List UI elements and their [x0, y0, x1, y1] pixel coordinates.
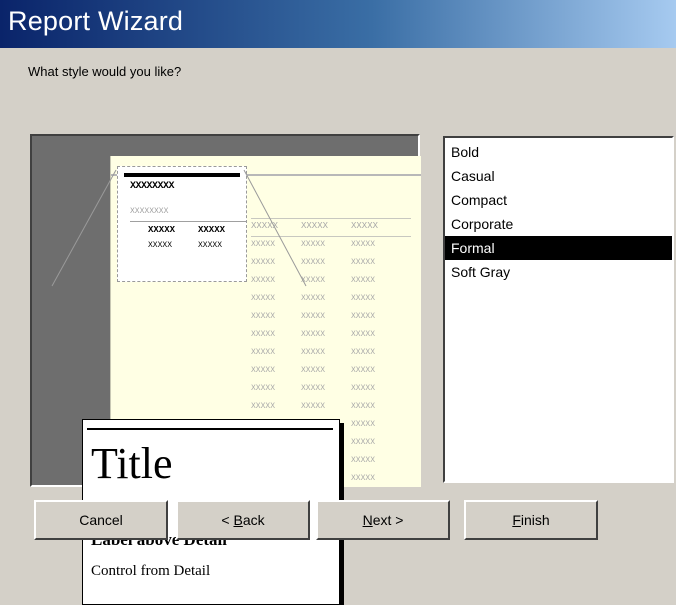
finish-button-mnemonic: F — [512, 512, 521, 528]
sample-control: Control from Detail — [91, 563, 211, 579]
window-title: Report Wizard — [8, 6, 184, 36]
back-button[interactable]: < Back — [176, 500, 310, 540]
next-button[interactable]: Next > — [316, 500, 450, 540]
back-button-mnemonic: B — [233, 512, 243, 528]
finish-button-rest: inish — [520, 512, 550, 528]
title-bar: Report Wizard — [0, 0, 676, 48]
style-option-casual[interactable]: Casual — [445, 164, 672, 188]
style-option-formal[interactable]: Formal — [445, 236, 672, 260]
style-option-soft-gray[interactable]: Soft Gray — [445, 260, 672, 284]
style-preview: XXXXXXXX XXXXXXXX XXXXX XXXXX XXXXX XXXX… — [30, 134, 421, 605]
next-button-mnemonic: N — [362, 512, 373, 528]
style-prompt: What style would you like? — [28, 64, 182, 79]
callout-title-rule — [87, 428, 333, 430]
cancel-button[interactable]: Cancel — [34, 500, 168, 540]
cancel-button-label: Cancel — [79, 512, 123, 528]
back-button-rest: ack — [242, 512, 265, 528]
sample-title: Title — [91, 439, 173, 488]
next-button-rest: ext > — [372, 512, 404, 528]
finish-button[interactable]: Finish — [464, 500, 598, 540]
style-option-compact[interactable]: Compact — [445, 188, 672, 212]
style-option-corporate[interactable]: Corporate — [445, 212, 672, 236]
style-option-bold[interactable]: Bold — [445, 140, 672, 164]
style-listbox[interactable]: Bold Casual Compact Corporate Formal Sof… — [443, 136, 674, 483]
back-button-prefix: < — [221, 512, 234, 528]
